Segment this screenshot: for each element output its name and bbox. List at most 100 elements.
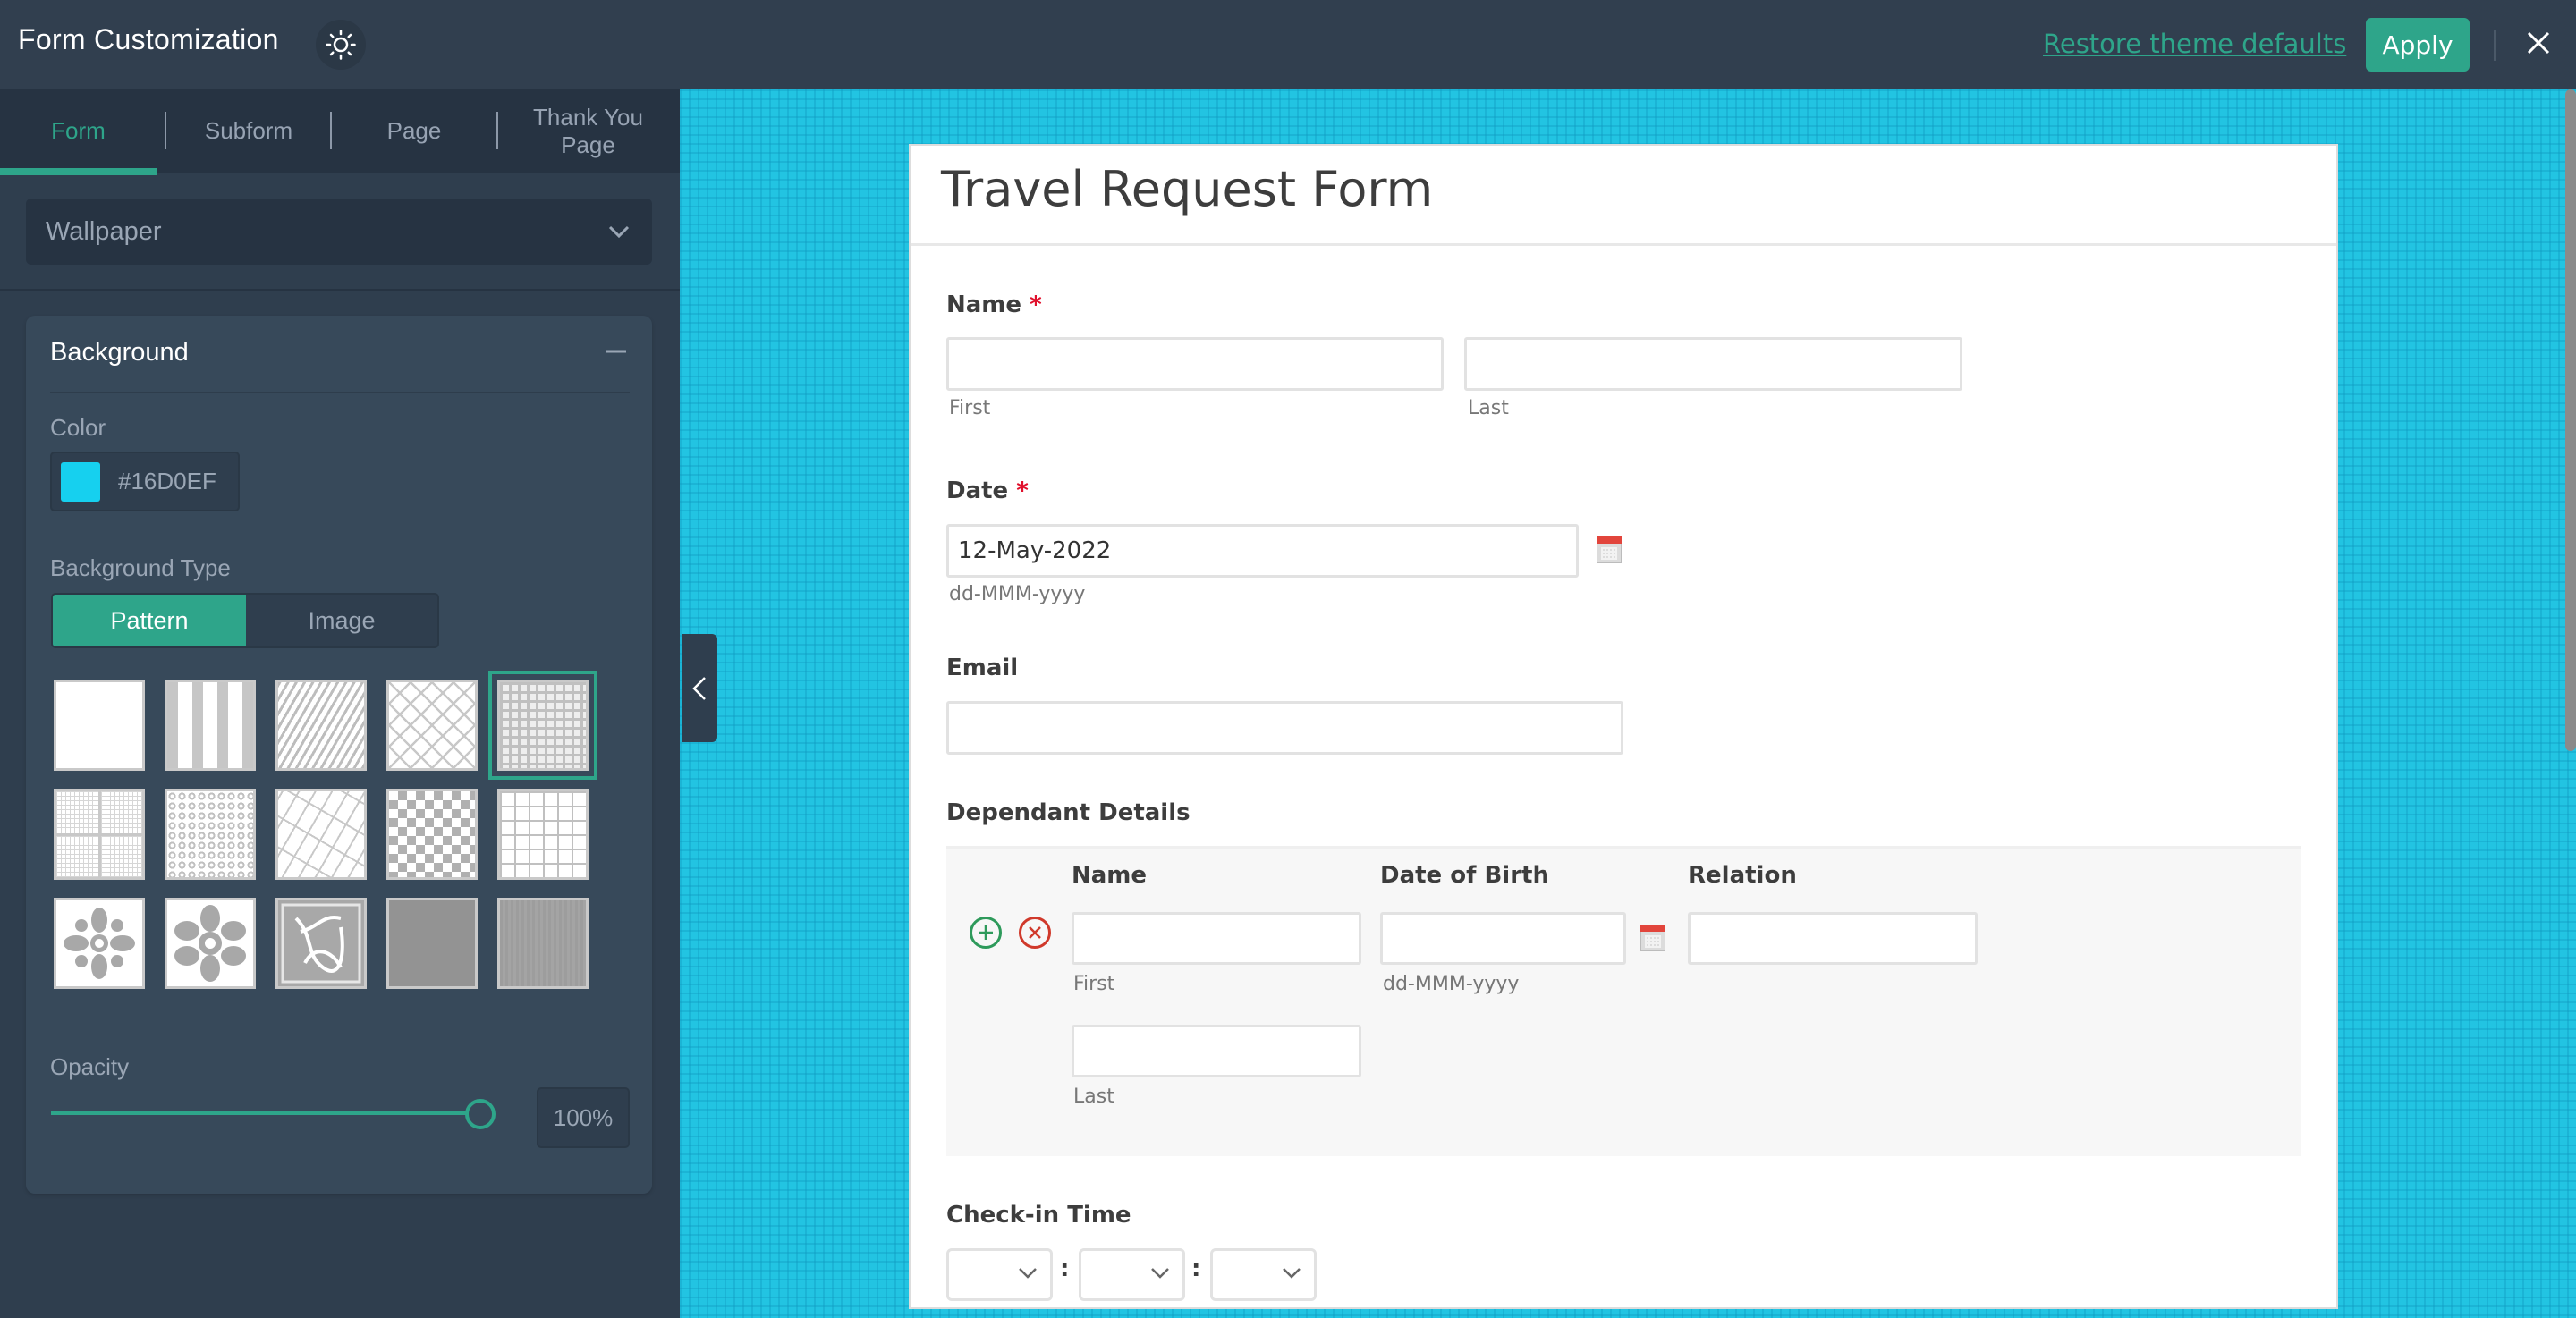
email-input[interactable] bbox=[946, 701, 1623, 755]
close-button[interactable] bbox=[2521, 25, 2556, 61]
dependant-last-name-input[interactable] bbox=[1072, 1025, 1361, 1077]
pattern-preview bbox=[500, 682, 586, 768]
tab-page[interactable]: Page bbox=[332, 89, 496, 173]
pattern-plain[interactable] bbox=[54, 680, 145, 771]
tab-bar: Form Subform Page Thank You Page bbox=[0, 89, 680, 173]
chevron-down-icon bbox=[1151, 1268, 1169, 1279]
collapse-panel-button[interactable] bbox=[682, 634, 717, 742]
opacity-label: Opacity bbox=[50, 1053, 130, 1080]
pattern-checkerboard[interactable] bbox=[386, 789, 478, 880]
name-field-label: Name * bbox=[946, 291, 1042, 318]
petal-flower-icon bbox=[174, 905, 246, 982]
color-picker-field[interactable]: #16D0EF bbox=[50, 452, 240, 511]
tab-form[interactable]: Form bbox=[0, 89, 157, 173]
close-icon bbox=[1029, 926, 1041, 939]
form-header-divider bbox=[911, 243, 2336, 246]
background-type-label: Background Type bbox=[50, 554, 231, 581]
opacity-value-input[interactable]: 100% bbox=[537, 1087, 630, 1148]
time-separator: : bbox=[1060, 1255, 1070, 1282]
dependant-last-sublabel: Last bbox=[1073, 1086, 1114, 1108]
tab-thank-you-page-label: Thank You Page bbox=[533, 103, 643, 158]
pattern-option[interactable]: Pattern bbox=[53, 595, 246, 646]
pattern-diamond-lattice[interactable] bbox=[386, 680, 478, 771]
tab-subform-label: Subform bbox=[204, 117, 293, 145]
pattern-fine-grid[interactable] bbox=[54, 789, 145, 880]
date-format-hint: dd-MMM-yyyy bbox=[949, 583, 1086, 605]
date-label-text: Date bbox=[946, 477, 1009, 504]
pattern-celtic-knot[interactable] bbox=[275, 898, 367, 989]
checkin-minute-select[interactable] bbox=[1079, 1248, 1185, 1301]
flower-ornament-icon bbox=[64, 908, 135, 979]
opacity-slider-thumb[interactable] bbox=[465, 1099, 496, 1129]
pattern-petal-flower[interactable] bbox=[165, 898, 256, 989]
calendar-icon[interactable] bbox=[1597, 536, 1622, 563]
add-row-button[interactable] bbox=[970, 917, 1002, 949]
date-field-label: Date * bbox=[946, 477, 1029, 504]
pattern-small-squares[interactable] bbox=[488, 671, 597, 780]
chevron-left-icon bbox=[692, 676, 706, 700]
dependant-first-name-input[interactable] bbox=[1072, 912, 1361, 965]
section-dropdown-value: Wallpaper bbox=[46, 216, 162, 246]
dependant-dob-hint: dd-MMM-yyyy bbox=[1383, 973, 1520, 995]
chevron-down-icon bbox=[1019, 1268, 1037, 1279]
name-first-input[interactable] bbox=[946, 337, 1444, 391]
checkin-hour-select[interactable] bbox=[946, 1248, 1053, 1301]
theme-toggle-button[interactable] bbox=[316, 20, 366, 70]
restore-theme-defaults-link[interactable]: Restore theme defaults bbox=[2043, 29, 2346, 59]
tab-form-label: Form bbox=[51, 117, 106, 145]
plus-icon bbox=[979, 925, 993, 940]
apply-button[interactable]: Apply bbox=[2366, 18, 2470, 72]
dependant-first-sublabel: First bbox=[1073, 973, 1115, 995]
background-type-toggle: Pattern Image bbox=[51, 593, 439, 648]
date-input[interactable]: 12-May-2022 bbox=[946, 524, 1579, 578]
name-label-text: Name bbox=[946, 291, 1022, 318]
calendar-icon[interactable] bbox=[1640, 925, 1665, 951]
form-title: Travel Request Form bbox=[941, 161, 1434, 217]
color-swatch[interactable] bbox=[61, 461, 100, 502]
dependant-relation-input[interactable] bbox=[1688, 912, 1978, 965]
color-hex-value: #16D0EF bbox=[118, 468, 216, 494]
panel-divider bbox=[0, 289, 680, 291]
header-divider bbox=[2494, 30, 2496, 61]
required-mark: * bbox=[1016, 477, 1029, 504]
email-field-label: Email bbox=[946, 655, 1019, 681]
subform-column-name: Name bbox=[1072, 862, 1148, 889]
image-option[interactable]: Image bbox=[246, 595, 437, 646]
chevron-down-icon bbox=[1283, 1268, 1301, 1279]
active-tab-indicator bbox=[0, 168, 157, 175]
required-mark: * bbox=[1030, 291, 1042, 318]
tab-subform[interactable]: Subform bbox=[166, 89, 331, 173]
section-divider bbox=[50, 392, 630, 393]
background-section-title: Background bbox=[50, 338, 189, 367]
name-last-sublabel: Last bbox=[1468, 397, 1509, 419]
pattern-flower-ornament[interactable] bbox=[54, 898, 145, 989]
pattern-circles[interactable] bbox=[165, 789, 256, 880]
pattern-square-chain[interactable] bbox=[497, 789, 589, 880]
name-first-sublabel: First bbox=[949, 397, 991, 419]
dependant-dob-input[interactable] bbox=[1380, 912, 1626, 965]
tab-page-label: Page bbox=[386, 117, 442, 145]
collapse-section-button[interactable] bbox=[605, 338, 628, 365]
pattern-gray-linen[interactable] bbox=[497, 898, 589, 989]
chevron-down-icon bbox=[608, 225, 630, 239]
minus-icon bbox=[606, 350, 626, 353]
dependant-subform bbox=[946, 846, 2301, 1156]
vertical-scrollbar[interactable] bbox=[2565, 89, 2576, 751]
pattern-brick-diagonal[interactable] bbox=[275, 789, 367, 880]
section-dropdown[interactable]: Wallpaper bbox=[26, 199, 652, 265]
time-separator: : bbox=[1191, 1255, 1201, 1282]
close-icon bbox=[2527, 31, 2550, 55]
checkin-second-select[interactable] bbox=[1210, 1248, 1317, 1301]
subform-column-dob: Date of Birth bbox=[1380, 862, 1549, 889]
celtic-knot-icon bbox=[281, 903, 361, 984]
remove-row-button[interactable] bbox=[1019, 917, 1051, 949]
tab-thank-you-page[interactable]: Thank You Page bbox=[514, 89, 662, 173]
name-last-input[interactable] bbox=[1464, 337, 1962, 391]
opacity-slider-track[interactable] bbox=[51, 1111, 480, 1115]
pattern-vertical-stripes[interactable] bbox=[165, 680, 256, 771]
pattern-gray-texture[interactable] bbox=[386, 898, 478, 989]
pattern-diagonal-stripes[interactable] bbox=[275, 680, 367, 771]
sun-icon bbox=[326, 30, 356, 60]
dependant-details-label: Dependant Details bbox=[946, 799, 1191, 826]
pattern-preview bbox=[56, 833, 142, 836]
